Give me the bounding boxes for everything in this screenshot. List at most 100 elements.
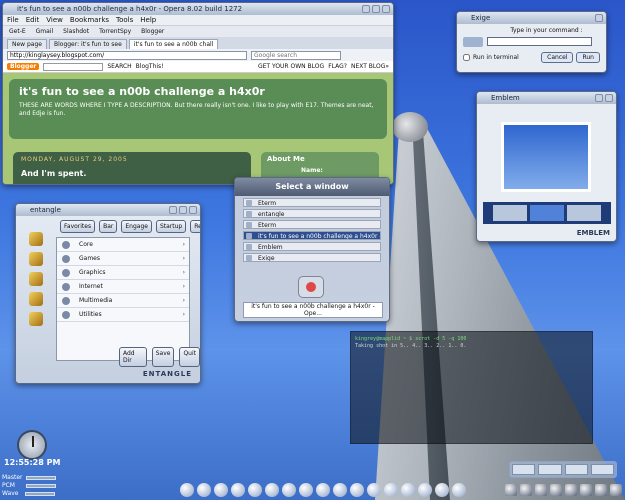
eterm-terminal[interactable]: kingrey@mapplid ~ $ scrot -d 5 -q 100 Ta… <box>350 331 593 444</box>
launcher-icon[interactable] <box>316 483 330 497</box>
tab-new-page[interactable]: New page <box>7 39 47 49</box>
volume-slider[interactable] <box>25 492 56 496</box>
cancel-button[interactable]: Cancel <box>541 52 574 63</box>
tray-icon[interactable] <box>535 484 547 496</box>
category-multimedia[interactable]: Multimedia <box>57 294 189 308</box>
tab-blog[interactable]: it's fun to see a n00b chall <box>128 39 219 49</box>
gear-icon[interactable] <box>29 312 43 326</box>
launcher-icon[interactable] <box>350 483 364 497</box>
pager-desk[interactable] <box>564 464 588 475</box>
switcher-item[interactable]: entangle <box>243 209 381 218</box>
tray-icon[interactable] <box>505 484 517 496</box>
close-icon[interactable] <box>605 94 613 102</box>
switcher-item[interactable]: Eterm <box>243 220 381 229</box>
url-input[interactable] <box>7 50 247 60</box>
category-games[interactable]: Games <box>57 252 189 266</box>
launcher-icon[interactable] <box>418 483 432 497</box>
save-button[interactable]: Save <box>151 347 175 367</box>
minimize-icon[interactable] <box>595 94 603 102</box>
menu-bookmarks[interactable]: Bookmarks <box>70 15 109 25</box>
search-input[interactable] <box>251 50 341 60</box>
clock-icon[interactable] <box>17 430 47 460</box>
menu-edit[interactable]: Edit <box>26 15 40 25</box>
menu-file[interactable]: File <box>7 15 19 25</box>
pager-desk[interactable] <box>590 464 614 475</box>
switcher-item-selected[interactable]: it's fun to see a n00b challenge a h4x0r… <box>243 231 381 240</box>
category-graphics[interactable]: Graphics <box>57 266 189 280</box>
launcher-icon[interactable] <box>299 483 313 497</box>
tray-icon[interactable] <box>595 484 607 496</box>
pager-desk[interactable] <box>512 464 536 475</box>
thumbnail[interactable] <box>530 205 564 221</box>
tray-icon[interactable] <box>565 484 577 496</box>
window-switcher[interactable]: Select a window Eterm entangle Eterm it'… <box>234 177 390 322</box>
menu-help[interactable]: Help <box>140 15 156 25</box>
tray-icon[interactable] <box>580 484 592 496</box>
switcher-item[interactable]: Eterm <box>243 198 381 207</box>
switcher-item[interactable]: Emblem <box>243 242 381 251</box>
folder-icon[interactable] <box>29 232 43 246</box>
volume-slider[interactable] <box>25 476 56 480</box>
star-icon[interactable] <box>29 292 43 306</box>
thumbnail[interactable] <box>567 205 601 221</box>
menu-tools[interactable]: Tools <box>116 15 133 25</box>
bookmark-slashdot[interactable]: Slashdot <box>63 26 89 37</box>
launcher-icon[interactable] <box>197 483 211 497</box>
launcher-icon[interactable] <box>265 483 279 497</box>
maximize-icon[interactable] <box>372 5 380 13</box>
tray-icon[interactable] <box>550 484 562 496</box>
opera-titlebar[interactable]: it's fun to see a n00b challenge a h4x0r… <box>3 3 393 15</box>
maximize-icon[interactable] <box>179 206 187 214</box>
switcher-item[interactable]: Exige <box>243 253 381 262</box>
close-icon[interactable] <box>595 14 603 22</box>
post-title[interactable]: And I'm spent. <box>21 169 243 178</box>
opera-window[interactable]: it's fun to see a n00b challenge a h4x0r… <box>2 2 394 185</box>
emblem-window[interactable]: Emblem EMBLEM <box>476 91 617 242</box>
restart-button[interactable]: Restart <box>190 220 200 233</box>
emblem-titlebar[interactable]: Emblem <box>477 92 616 104</box>
thumbnail[interactable] <box>493 205 527 221</box>
folder-icon[interactable] <box>29 272 43 286</box>
entangle-titlebar[interactable]: entangle <box>16 204 200 216</box>
category-internet[interactable]: Internet <box>57 280 189 294</box>
launcher-icon[interactable] <box>367 483 381 497</box>
blogger-logo[interactable]: Blogger <box>7 63 40 70</box>
launcher-icon[interactable] <box>435 483 449 497</box>
bookmark-gete[interactable]: Get-E <box>9 26 26 37</box>
exige-titlebar[interactable]: Exige <box>457 12 606 24</box>
blog-search-button[interactable]: SEARCH <box>107 63 131 70</box>
pager-desk[interactable] <box>538 464 562 475</box>
blogthis-link[interactable]: BlogThis! <box>136 63 164 70</box>
launcher-icon[interactable] <box>333 483 347 497</box>
menu-view[interactable]: View <box>46 15 63 25</box>
tab-blogger[interactable]: Blogger: it's fun to see <box>48 39 127 49</box>
entangle-window[interactable]: entangle Favorites Bar Engage Startup Re… <box>15 203 201 384</box>
launcher-icon[interactable] <box>452 483 466 497</box>
run-button[interactable]: Run <box>576 52 600 63</box>
tray-icon[interactable] <box>610 484 622 496</box>
blog-search-input[interactable] <box>43 62 104 71</box>
run-in-terminal-checkbox[interactable] <box>463 54 470 61</box>
launcher-icon[interactable] <box>214 483 228 497</box>
launcher-icon[interactable] <box>180 483 194 497</box>
close-icon[interactable] <box>189 206 197 214</box>
bookmark-gmail[interactable]: Gmail <box>36 26 54 37</box>
minimize-icon[interactable] <box>362 5 370 13</box>
command-input[interactable] <box>487 37 592 46</box>
startup-button[interactable]: Startup <box>155 220 187 233</box>
quit-button[interactable]: Quit <box>179 347 200 367</box>
engage-button[interactable]: Engage <box>121 220 152 233</box>
launcher-icon[interactable] <box>401 483 415 497</box>
launcher-icon[interactable] <box>248 483 262 497</box>
exige-window[interactable]: Exige Type in your command : Run in term… <box>456 11 607 73</box>
launcher-icon[interactable] <box>384 483 398 497</box>
next-blog-link[interactable]: NEXT BLOG» <box>351 63 389 70</box>
launcher-icon[interactable] <box>231 483 245 497</box>
flag-link[interactable]: FLAG? <box>328 63 347 70</box>
bar-button[interactable]: Bar <box>99 220 118 233</box>
get-own-blog-link[interactable]: GET YOUR OWN BLOG <box>258 63 324 70</box>
favorites-button[interactable]: Favorites <box>60 220 96 233</box>
drive-icon[interactable] <box>29 252 43 266</box>
launcher-icon[interactable] <box>282 483 296 497</box>
bookmark-blogger[interactable]: Blogger <box>141 26 164 37</box>
